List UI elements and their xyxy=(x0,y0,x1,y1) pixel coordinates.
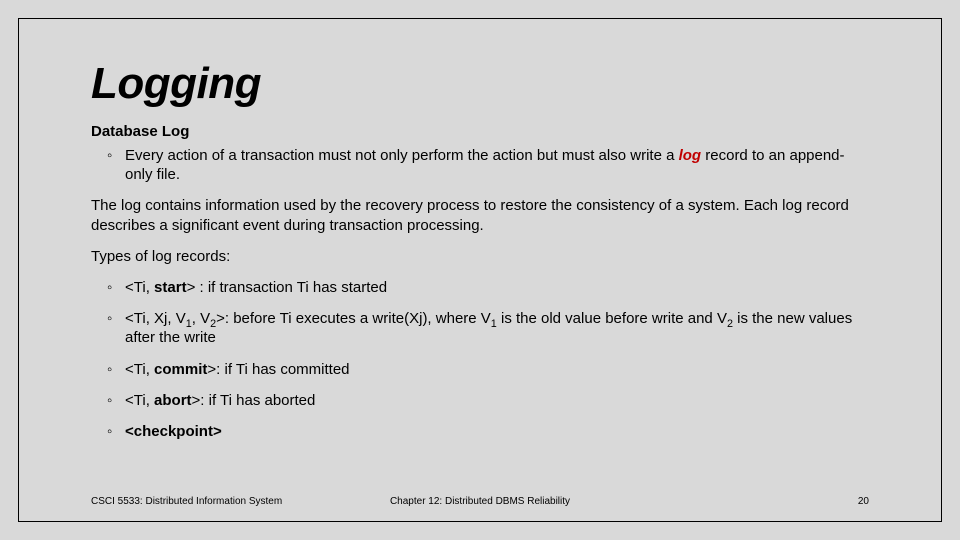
intro-bullet: Every action of a transaction must not o… xyxy=(91,146,869,184)
slide-title: Logging xyxy=(91,59,869,109)
record-checkpoint: <checkpoint> xyxy=(91,422,869,441)
slide-frame: Logging Database Log Every action of a t… xyxy=(18,18,942,522)
rec-write-mid1: , V xyxy=(192,310,210,327)
rec-commit-post: >: if Ti has committed xyxy=(207,361,349,378)
record-start: <Ti, start> : if transaction Ti has star… xyxy=(91,278,869,297)
rec-checkpoint-text: <checkpoint> xyxy=(125,423,222,440)
rec-abort-post: >: if Ti has aborted xyxy=(192,392,316,409)
record-write: <Ti, Xj, V1, V2>: before Ti executes a w… xyxy=(91,309,869,347)
rec-commit-pre: <Ti, xyxy=(125,361,154,378)
footer-center: Chapter 12: Distributed DBMS Reliability xyxy=(350,496,609,507)
rec-write-mid3: is the old value before write and V xyxy=(497,310,727,327)
slide-footer: CSCI 5533: Distributed Information Syste… xyxy=(91,496,869,507)
rec-start-bold: start xyxy=(154,279,187,296)
footer-right: 20 xyxy=(610,496,869,507)
section-heading: Database Log xyxy=(91,123,869,140)
rec-start-pre: <Ti, xyxy=(125,279,154,296)
rec-write-pre: <Ti, Xj, V xyxy=(125,310,186,327)
rec-write-mid2: >: before Ti executes a write(Xj), where… xyxy=(216,310,491,327)
record-commit: <Ti, commit>: if Ti has committed xyxy=(91,360,869,379)
intro-text-pre: Every action of a transaction must not o… xyxy=(125,147,679,164)
types-heading: Types of log records: xyxy=(91,247,869,266)
paragraph-1: The log contains information used by the… xyxy=(91,196,869,234)
log-word: log xyxy=(679,147,702,164)
record-abort: <Ti, abort>: if Ti has aborted xyxy=(91,391,869,410)
rec-start-post: > : if transaction Ti has started xyxy=(187,279,388,296)
rec-abort-bold: abort xyxy=(154,392,192,409)
rec-abort-pre: <Ti, xyxy=(125,392,154,409)
footer-left: CSCI 5533: Distributed Information Syste… xyxy=(91,496,350,507)
rec-commit-bold: commit xyxy=(154,361,207,378)
